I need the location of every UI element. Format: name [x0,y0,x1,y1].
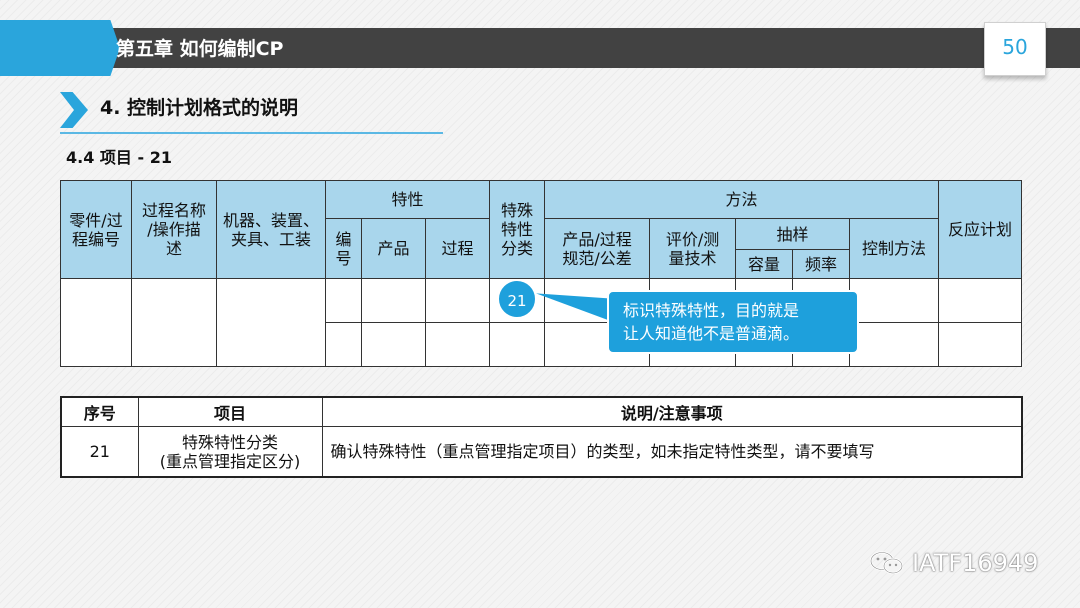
header-spec-tolerance: 产品/过程 规范/公差 [544,218,651,279]
table-cell [489,322,546,367]
section-arrow-icon [60,92,88,128]
item-number-badge: 21 [497,279,537,319]
header-sample-freq: 频率 [792,249,851,279]
header-sample-size: 容量 [735,249,794,279]
table-cell [131,278,217,367]
header-text: 分类 [501,239,534,258]
row-item-line: (重点管理指定区分) [159,451,301,471]
header-char-process: 过程 [424,218,491,279]
header-text: 程编号 [71,229,120,249]
header-process-name: 过程名称 /操作描 述 [131,180,217,279]
chapter-tab [0,20,120,76]
callout-text-line: 标识特殊特性，目的就是 [623,301,800,320]
callout-text-line: 让人知道他不是普通滴。 [623,324,800,343]
row-item: 特殊特性分类 (重点管理指定区分) [137,426,323,478]
table-cell [849,278,940,323]
header-machine-device: 机器、装置、 夹具、工装 [216,180,326,279]
header-characteristics: 特性 [324,180,491,219]
col-header-description: 说明/注意事项 [321,396,1023,427]
table-cell [938,322,1023,367]
header-part-process-no: 零件/过 程编号 [60,180,132,279]
table-cell [325,322,362,367]
header-evaluation-technique: 评价/测 量技术 [649,218,737,279]
page-number: 50 [984,22,1046,76]
header-text: 号 [335,248,352,268]
chapter-title: 第五章 如何编制CP [116,38,284,60]
header-text: 量技术 [668,248,717,268]
header-methods: 方法 [544,180,940,219]
row-no: 21 [60,426,139,478]
section-underline [60,132,443,134]
table-cell [361,322,426,367]
row-item-line: 特殊特性分类 [181,432,278,452]
header-text: 过程名称 [141,201,206,220]
header-reaction-plan: 反应计划 [938,180,1023,279]
control-plan-table: 零件/过 程编号 过程名称 /操作描 述 机器、装置、 夹具、工装 特性 特殊 … [60,180,1023,367]
header-text: 述 [165,239,182,258]
table-cell [325,278,362,323]
header-special-char-class: 特殊 特性 分类 [489,180,546,279]
header-sample: 抽样 [735,218,851,250]
header-text: 零件/过 [69,210,123,230]
table-cell [424,322,491,367]
section-title: 4. 控制计划格式的说明 [100,97,299,119]
row-description: 确认特殊特性（重点管理指定项目）的类型，如未指定特性类型，请不要填写 [321,426,1023,478]
watermark-text: IATF16949 [912,549,1039,577]
table-row: 21 特殊特性分类 (重点管理指定区分) 确认特殊特性（重点管理指定项目）的类型… [60,426,1023,478]
header-char-product: 产品 [361,218,426,279]
table-cell [849,322,940,367]
item-description-table: 序号 项目 说明/注意事项 21 特殊特性分类 (重点管理指定区分) 确认特殊特… [60,396,1023,478]
table-cell [216,278,326,367]
wechat-icon [869,551,904,575]
subsection-title: 4.4 项目 - 21 [66,148,172,167]
header-text: /操作描 [147,220,201,239]
header-text: 评价/测 [665,229,720,249]
table-header-row: 序号 项目 说明/注意事项 [60,396,1023,427]
header-text: 规范/公差 [562,248,632,268]
header-text: 特殊 [501,201,534,220]
table-cell [424,278,491,323]
header-control-method: 控制方法 [849,218,940,279]
table-row [60,278,1023,367]
col-header-no: 序号 [60,396,139,427]
table-cell [938,278,1023,323]
header-text: 编 [335,229,352,249]
table-cell [361,278,426,323]
table-cell [60,278,132,367]
header-text: 夹具、工装 [230,229,311,249]
header-text: 机器、装置、 [222,210,319,230]
header-text: 产品/过程 [562,229,632,249]
col-header-item: 项目 [137,396,323,427]
callout-box: 标识特殊特性，目的就是 让人知道他不是普通滴。 [607,290,859,354]
header-text: 特性 [501,220,534,239]
header-char-no: 编 号 [325,218,362,279]
